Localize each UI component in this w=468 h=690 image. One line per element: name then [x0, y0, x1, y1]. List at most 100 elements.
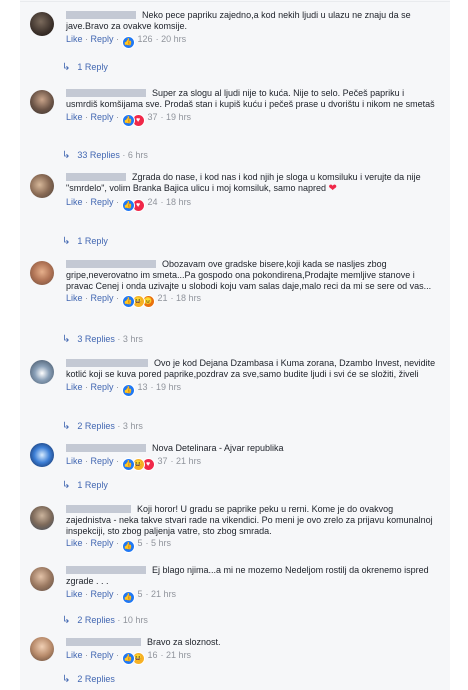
comment-text: Ej blago njima...a mi ne mozemo Nedeljom…: [66, 565, 438, 587]
view-replies-link[interactable]: ↳ 2 Replies · 10 hrs: [62, 615, 148, 626]
commenter-name[interactable]: [66, 260, 156, 268]
comment-actions: Like · Reply · 👍 126 · 20 hrs: [66, 34, 438, 49]
commenter-avatar[interactable]: [30, 506, 54, 530]
reply-button[interactable]: Reply: [91, 382, 114, 392]
reply-arrow-icon: ↳: [62, 236, 71, 247]
view-replies-link[interactable]: ↳ 33 Replies · 6 hrs: [62, 150, 148, 161]
comment-text: Obozavam ove gradske bisere,koji kada se…: [66, 259, 438, 291]
like-reaction-icon: 👍: [121, 295, 135, 309]
reactions[interactable]: 👍😆: [121, 651, 145, 665]
comment-timestamp[interactable]: 19 hrs: [156, 382, 181, 392]
reply-button[interactable]: Reply: [91, 34, 114, 44]
reaction-count[interactable]: 16: [148, 650, 158, 660]
commenter-name[interactable]: [66, 11, 136, 19]
commenter-name[interactable]: [66, 89, 146, 97]
comment-timestamp[interactable]: 18 hrs: [176, 293, 201, 303]
like-button[interactable]: Like: [66, 293, 83, 303]
reaction-count[interactable]: 37: [158, 456, 168, 466]
like-reaction-icon: 👍: [121, 457, 135, 471]
reaction-count[interactable]: 5: [138, 589, 143, 599]
commenter-avatar[interactable]: [30, 443, 54, 467]
comment-timestamp[interactable]: 19 hrs: [166, 112, 191, 122]
comment-timestamp[interactable]: 5 hrs: [151, 538, 171, 548]
like-button[interactable]: Like: [66, 382, 83, 392]
comment-text: Koji horor! U gradu se paprike peku u re…: [66, 504, 438, 536]
commenter-avatar[interactable]: [30, 637, 54, 661]
commenter-avatar[interactable]: [30, 12, 54, 36]
comment-actions: Like · Reply · 👍😆 16 · 21 hrs: [66, 650, 438, 665]
reply-button[interactable]: Reply: [91, 538, 114, 548]
like-button[interactable]: Like: [66, 34, 83, 44]
comment-actions: Like · Reply · 👍 5 · 5 hrs: [66, 538, 438, 554]
like-reaction-icon: 👍: [121, 590, 135, 604]
commenter-name[interactable]: [66, 444, 146, 452]
reaction-count[interactable]: 5: [138, 538, 143, 548]
reactions[interactable]: 👍 ♥: [121, 198, 145, 212]
comment-actions: Like · Reply · 👍 ♥ 24 · 18 hrs: [66, 197, 438, 212]
commenter-avatar[interactable]: [30, 90, 54, 114]
like-reaction-icon: 👍: [121, 35, 135, 49]
comment-feed: Neko pece papriku zajedno,a kod nekih lj…: [20, 0, 450, 690]
commenter-name[interactable]: [66, 505, 131, 513]
reaction-count[interactable]: 21: [158, 293, 168, 303]
view-replies-link[interactable]: ↳ 1 Reply: [62, 62, 108, 73]
reactions[interactable]: 👍: [121, 540, 135, 554]
like-button[interactable]: Like: [66, 112, 83, 122]
reply-button[interactable]: Reply: [91, 112, 114, 122]
like-button[interactable]: Like: [66, 650, 83, 660]
commenter-name[interactable]: [66, 359, 148, 367]
reply-button[interactable]: Reply: [91, 650, 114, 660]
comment-text: Neko pece papriku zajedno,a kod nekih lj…: [66, 10, 438, 32]
view-replies-link[interactable]: ↳ 1 Reply: [62, 236, 108, 247]
view-replies-link[interactable]: ↳ 3 Replies · 3 hrs: [62, 334, 143, 345]
reactions[interactable]: 👍😆 ♥: [121, 457, 155, 471]
like-reaction-icon: 👍: [121, 651, 135, 665]
comment-text: Super za slogu al ljudi nije to kuća. Ni…: [66, 88, 438, 110]
comment-timestamp[interactable]: 21 hrs: [151, 589, 176, 599]
comment-actions: Like · Reply · 👍 5 · 21 hrs: [66, 589, 438, 604]
reactions[interactable]: 👍 ♥: [121, 113, 145, 127]
like-button[interactable]: Like: [66, 538, 83, 548]
comment-text: Ovo je kod Dejana Dzambasa i Kuma zorana…: [66, 358, 438, 380]
reaction-count[interactable]: 13: [138, 382, 148, 392]
reaction-count[interactable]: 126: [138, 34, 153, 44]
like-button[interactable]: Like: [66, 589, 83, 599]
reply-button[interactable]: Reply: [91, 293, 114, 303]
comment-timestamp[interactable]: 21 hrs: [166, 650, 191, 660]
reactions[interactable]: 👍: [121, 590, 135, 604]
heart-icon: ❤: [328, 182, 337, 194]
commenter-name[interactable]: [66, 173, 126, 181]
reply-button[interactable]: Reply: [91, 197, 114, 207]
view-replies-link[interactable]: ↳ 2 Replies · 3 hrs: [62, 421, 143, 432]
reply-button[interactable]: Reply: [91, 589, 114, 599]
reply-arrow-icon: ↳: [62, 674, 71, 685]
comment-text: Nova Detelinara - Ajvar republika: [66, 443, 438, 454]
like-reaction-icon: 👍: [121, 198, 135, 212]
like-reaction-icon: 👍: [121, 383, 135, 397]
commenter-name[interactable]: [66, 638, 141, 646]
comment-timestamp[interactable]: 21 hrs: [176, 456, 201, 466]
commenter-name[interactable]: [66, 566, 146, 574]
view-replies-link[interactable]: ↳ 1 Reply: [62, 480, 108, 491]
comment-body: Bravo za sloznost.: [147, 637, 221, 647]
comment-timestamp[interactable]: 20 hrs: [161, 34, 186, 44]
reactions[interactable]: 👍😆😠: [121, 295, 155, 309]
reactions[interactable]: 👍: [121, 35, 135, 49]
like-button[interactable]: Like: [66, 456, 83, 466]
reply-arrow-icon: ↳: [62, 334, 71, 345]
like-button[interactable]: Like: [66, 197, 83, 207]
reaction-count[interactable]: 24: [148, 197, 158, 207]
commenter-avatar[interactable]: [30, 567, 54, 591]
like-reaction-icon: 👍: [121, 540, 135, 554]
commenter-avatar[interactable]: [30, 360, 54, 384]
comment-timestamp[interactable]: 18 hrs: [166, 197, 191, 207]
comment-actions: Like · Reply · 👍 13 · 19 hrs: [66, 382, 438, 397]
commenter-avatar[interactable]: [30, 261, 54, 285]
commenter-avatar[interactable]: [30, 174, 54, 198]
reply-arrow-icon: ↳: [62, 62, 71, 73]
reactions[interactable]: 👍: [121, 383, 135, 397]
view-replies-link[interactable]: ↳ 2 Replies: [62, 674, 115, 685]
reply-button[interactable]: Reply: [91, 456, 114, 466]
reaction-count[interactable]: 37: [148, 112, 158, 122]
comment-body: Nova Detelinara - Ajvar republika: [152, 443, 284, 453]
